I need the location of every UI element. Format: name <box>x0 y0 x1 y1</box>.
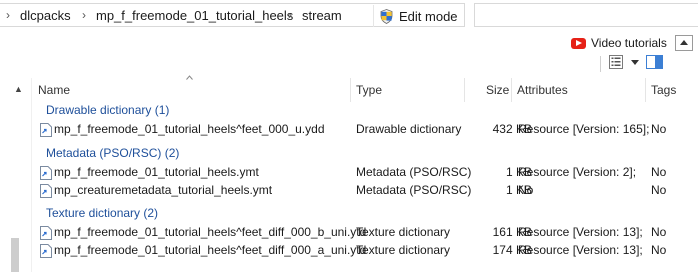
file-type: Drawable dictionary <box>356 122 462 136</box>
file-tags: No <box>651 225 667 239</box>
scroll-thumb[interactable] <box>11 238 19 272</box>
column-header-type[interactable]: Type <box>356 78 382 102</box>
file-link-icon <box>40 184 52 198</box>
collapse-ribbon-button[interactable] <box>675 35 693 51</box>
file-type: Texture dictionary <box>356 225 451 239</box>
file-tags: No <box>651 165 667 179</box>
file-row[interactable]: mp_f_freemode_01_tutorial_heels^feet_dif… <box>38 242 698 260</box>
file-attributes: Resource [Version: 13]; <box>518 225 643 239</box>
file-row[interactable]: mp_f_freemode_01_tutorial_heels.ymt Meta… <box>38 164 698 182</box>
column-header-tags[interactable]: Tags <box>651 78 676 102</box>
file-attributes: No <box>518 183 534 197</box>
edit-mode-label: Edit mode <box>399 8 458 24</box>
file-link-icon <box>40 166 52 180</box>
file-name: mp_f_freemode_01_tutorial_heels^feet_dif… <box>54 243 367 257</box>
file-name: mp_f_freemode_01_tutorial_heels.ymt <box>54 165 259 179</box>
column-header-attributes[interactable]: Attributes <box>517 78 568 102</box>
view-options-dropdown-icon[interactable] <box>631 60 639 65</box>
file-tags: No <box>651 122 667 136</box>
file-name: mp_f_freemode_01_tutorial_heels^feet_dif… <box>54 225 367 239</box>
column-header-name[interactable]: Name <box>38 78 70 102</box>
column-separator[interactable] <box>350 78 351 102</box>
breadcrumb-item-tutorial-heels[interactable]: mp_f_freemode_01_tutorial_heels <box>96 8 293 23</box>
file-type: Metadata (PSO/RSC) <box>356 165 472 179</box>
file-link-icon <box>40 244 52 258</box>
view-separator <box>600 56 601 72</box>
details-view-icon[interactable] <box>609 55 623 69</box>
file-link-icon <box>40 123 52 137</box>
breadcrumb-item-dlcpacks[interactable]: dlcpacks <box>20 8 71 23</box>
file-type: Metadata (PSO/RSC) <box>356 183 472 197</box>
youtube-play-icon <box>571 37 586 49</box>
chevron-right-icon[interactable]: › <box>82 8 86 22</box>
chevron-right-icon[interactable]: › <box>6 8 10 22</box>
file-attributes: Resource [Version: 13]; <box>518 243 643 257</box>
column-separator[interactable] <box>645 78 646 102</box>
file-attributes: Resource [Version: 2]; <box>518 165 637 179</box>
sort-up-caret-icon <box>186 75 193 80</box>
file-type: Texture dictionary <box>356 243 451 257</box>
breadcrumb[interactable]: › dlcpacks › mp_f_freemode_01_tutorial_h… <box>0 3 465 27</box>
column-separator[interactable] <box>464 78 465 102</box>
group-header-metadata[interactable]: Metadata (PSO/RSC) (2) <box>46 146 179 160</box>
file-row[interactable]: mp_creaturemetadata_tutorial_heels.ymt M… <box>38 182 698 200</box>
file-tags: No <box>651 183 667 197</box>
file-name: mp_creaturemetadata_tutorial_heels.ymt <box>54 183 273 197</box>
file-row[interactable]: mp_f_freemode_01_tutorial_heels^feet_000… <box>38 121 698 139</box>
breadcrumb-item-stream[interactable]: stream <box>302 8 342 23</box>
file-link-icon <box>40 226 52 240</box>
pane-divider <box>31 78 32 272</box>
scroll-up-arrow-icon[interactable]: ▲ <box>14 84 23 94</box>
file-attributes: Resource [Version: 165]; <box>518 122 650 136</box>
video-tutorials-link[interactable]: Video tutorials <box>571 36 667 50</box>
search-input[interactable] <box>474 3 698 27</box>
chevron-right-icon[interactable]: › <box>288 8 292 22</box>
file-name: mp_f_freemode_01_tutorial_heels^feet_000… <box>54 122 325 136</box>
preview-pane-icon[interactable] <box>646 55 663 69</box>
column-separator[interactable] <box>511 78 512 102</box>
file-row[interactable]: mp_f_freemode_01_tutorial_heels^feet_dif… <box>38 224 698 242</box>
group-header-texture-dictionary[interactable]: Texture dictionary (2) <box>46 206 158 220</box>
video-tutorials-label: Video tutorials <box>591 36 667 50</box>
edit-mode-button[interactable]: Edit mode <box>373 5 463 27</box>
file-tags: No <box>651 243 667 257</box>
group-header-drawable-dictionary[interactable]: Drawable dictionary (1) <box>46 103 169 117</box>
shield-icon <box>380 8 393 24</box>
column-header-size[interactable]: Size <box>486 78 509 102</box>
top-bar: › dlcpacks › mp_f_freemode_01_tutorial_h… <box>0 0 698 30</box>
